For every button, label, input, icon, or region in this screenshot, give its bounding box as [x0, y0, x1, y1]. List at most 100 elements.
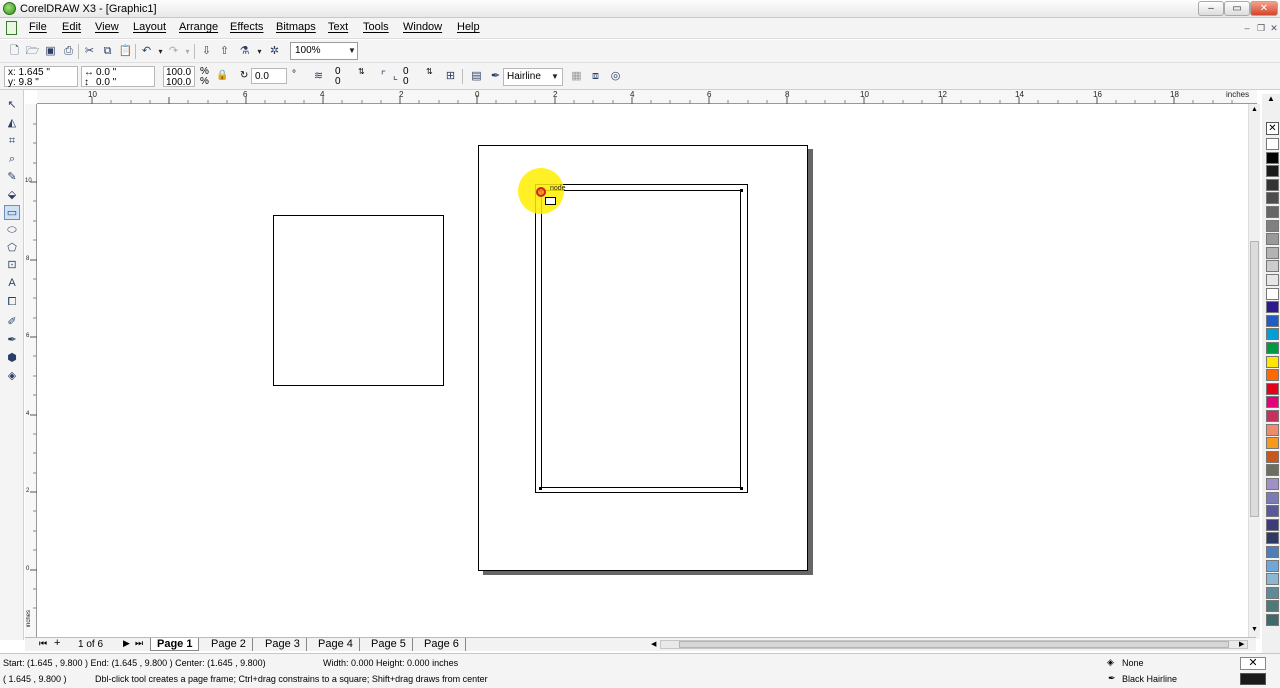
save-icon[interactable]: ▣ — [43, 44, 58, 59]
color-swatch[interactable] — [1266, 328, 1279, 341]
welcome-screen-icon[interactable]: ✲ — [267, 44, 282, 59]
next-page-icon[interactable]: ▶ — [123, 638, 130, 649]
doc-minimize-icon[interactable]: – — [1240, 22, 1254, 34]
copy-icon[interactable]: ⧉ — [100, 44, 115, 59]
color-swatch[interactable] — [1266, 178, 1279, 191]
polygon-tool-icon[interactable]: ⬠ — [4, 241, 20, 256]
page-frame-inner-rectangle[interactable] — [541, 190, 741, 488]
redo-dropdown-icon[interactable]: ▾ — [180, 44, 195, 59]
page-tab-3[interactable]: Page 3 — [259, 638, 307, 651]
menu-text[interactable]: Text — [328, 21, 348, 33]
wrap-text-icon[interactable]: ▦ — [569, 69, 584, 84]
color-swatch[interactable] — [1266, 586, 1279, 599]
fill-swatch-none-icon[interactable]: ✕ — [1240, 657, 1266, 670]
color-swatch[interactable] — [1266, 382, 1279, 395]
paste-icon[interactable]: 📋 — [118, 44, 133, 59]
wrap-paragraph-icon[interactable]: ≋ — [311, 69, 326, 84]
cut-icon[interactable]: ✂ — [82, 44, 97, 59]
color-swatch[interactable] — [1266, 600, 1279, 613]
menu-window[interactable]: Window — [403, 21, 442, 33]
print-icon[interactable]: ⎙ — [61, 44, 76, 59]
vertical-scroll-thumb[interactable] — [1250, 241, 1259, 517]
menu-file[interactable]: File — [29, 21, 47, 33]
fill-tool-icon[interactable]: ⬢ — [4, 351, 20, 366]
menu-tools[interactable]: Tools — [363, 21, 389, 33]
node-handle[interactable] — [740, 487, 743, 490]
scroll-right-icon[interactable]: ▶ — [1239, 640, 1244, 648]
menu-help[interactable]: Help — [457, 21, 480, 33]
rectangle-tool-icon[interactable]: ▭ — [4, 205, 20, 220]
color-swatch[interactable] — [1266, 559, 1279, 572]
eyedropper-icon[interactable]: ✐ — [4, 315, 20, 330]
redo-icon[interactable]: ↷ — [166, 44, 181, 59]
vertical-ruler[interactable]: 10 8 6 4 2 0 inches — [25, 104, 37, 639]
horizontal-scrollbar[interactable]: ◀ ▶ — [651, 640, 1248, 649]
zoom-dropdown-arrow-icon[interactable]: ▼ — [348, 46, 356, 55]
shape-tool-icon[interactable]: ◭ — [4, 116, 20, 131]
color-swatch[interactable] — [1266, 423, 1279, 436]
lock-ratio-icon[interactable]: 🔒 — [216, 71, 228, 81]
corner-spinner-icon[interactable]: ⇅ — [358, 67, 365, 77]
menu-layout[interactable]: Layout — [133, 21, 166, 33]
new-icon[interactable]: 🗋 — [7, 44, 22, 59]
color-swatch[interactable] — [1266, 314, 1279, 327]
color-swatch[interactable] — [1266, 505, 1279, 518]
rotation-field[interactable]: 0.0 — [255, 72, 269, 82]
color-swatch[interactable] — [1266, 410, 1279, 422]
color-swatch[interactable] — [1266, 165, 1279, 178]
last-page-icon[interactable]: ⏭ — [135, 638, 143, 649]
page-tab-2[interactable]: Page 2 — [205, 638, 253, 651]
outline-width-dropdown[interactable]: Hairline ▼ — [503, 68, 563, 86]
doc-restore-icon[interactable]: ❐ — [1254, 22, 1268, 34]
ellipse-tool-icon[interactable]: ⬭ — [4, 223, 20, 238]
text-tool-icon[interactable]: A — [4, 276, 20, 291]
convert-to-curves-icon[interactable]: ◎ — [608, 69, 623, 84]
menu-view[interactable]: View — [95, 21, 119, 33]
corner-round-bottom-left[interactable]: 0 — [335, 77, 341, 87]
round-corners-together-icon[interactable]: ⊞ — [443, 69, 458, 84]
horizontal-scroll-thumb[interactable] — [679, 641, 1229, 648]
color-swatch[interactable] — [1266, 192, 1279, 205]
interactive-fill-icon[interactable]: ◈ — [4, 369, 20, 384]
color-swatch[interactable] — [1266, 491, 1279, 504]
color-swatch[interactable] — [1266, 151, 1279, 164]
color-swatch[interactable] — [1266, 342, 1279, 354]
color-swatch[interactable] — [1266, 355, 1279, 368]
color-swatch[interactable] — [1266, 546, 1279, 558]
outline-tool-icon[interactable]: ✒ — [4, 333, 20, 348]
freehand-tool-icon[interactable]: ✎ — [4, 170, 20, 185]
to-front-icon[interactable]: ⧈ — [588, 69, 603, 84]
import-icon[interactable]: ⇩ — [199, 44, 214, 59]
vertical-scrollbar[interactable]: ▲ ▼ — [1248, 104, 1260, 639]
color-swatch[interactable] — [1266, 301, 1279, 314]
document-icon[interactable] — [6, 21, 17, 35]
scroll-down-icon[interactable]: ▼ — [1251, 626, 1258, 633]
color-swatch[interactable] — [1266, 518, 1279, 531]
color-swatch[interactable] — [1266, 246, 1279, 259]
page-tab-4[interactable]: Page 4 — [312, 638, 360, 651]
horizontal-ruler[interactable]: 10 6 4 2 0 2 4 6 8 10 12 14 16 18 inches — [37, 90, 1257, 104]
outline-swatch-black[interactable] — [1240, 673, 1266, 685]
page-tab-6[interactable]: Page 6 — [418, 638, 466, 651]
zoom-level-dropdown[interactable]: 100% ▼ — [290, 42, 358, 60]
to-curve-icon[interactable]: ▤ — [469, 69, 484, 84]
color-swatch[interactable] — [1266, 532, 1279, 545]
undo-icon[interactable]: ↶ — [139, 44, 154, 59]
color-swatch[interactable] — [1266, 614, 1279, 626]
height-field[interactable]: 0.0 " — [96, 78, 116, 88]
pick-tool-icon[interactable]: ↖ — [4, 98, 20, 113]
color-swatch[interactable] — [1266, 206, 1279, 218]
menu-edit[interactable]: Edit — [62, 21, 81, 33]
color-swatch[interactable] — [1266, 219, 1279, 232]
zoom-tool-icon[interactable]: ⌕ — [4, 152, 20, 167]
crop-tool-icon[interactable]: ⌗ — [4, 134, 20, 149]
application-launcher-icon[interactable]: ⚗ — [237, 44, 252, 59]
add-page-icon[interactable]: + — [54, 637, 60, 649]
color-swatch[interactable] — [1266, 478, 1279, 490]
scroll-up-icon[interactable]: ▲ — [1251, 106, 1258, 113]
palette-scroll-up-icon[interactable]: ▲ — [1267, 94, 1275, 103]
launcher-dropdown-icon[interactable]: ▾ — [252, 44, 267, 59]
color-swatch[interactable] — [1266, 437, 1279, 450]
minimize-button[interactable]: ‒ — [1198, 1, 1224, 16]
export-icon[interactable]: ⇧ — [217, 44, 232, 59]
